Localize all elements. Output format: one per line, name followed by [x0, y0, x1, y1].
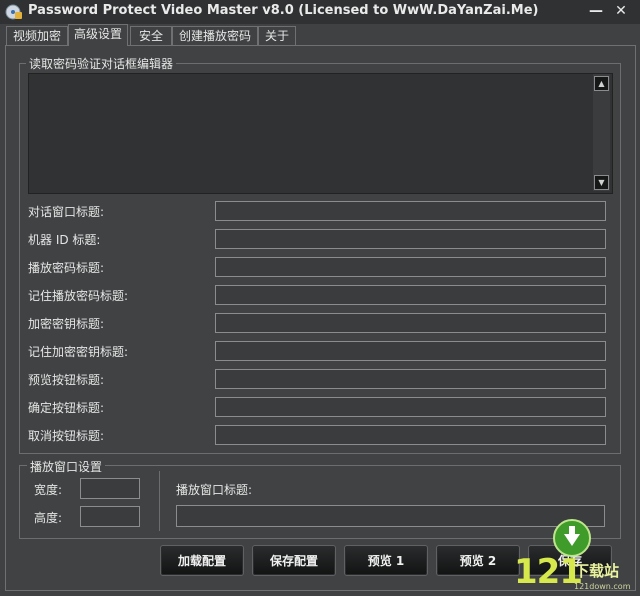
height-input[interactable] [80, 506, 140, 527]
play-window-group-label: 播放窗口设置 [27, 458, 106, 475]
machine-id-title-label: 机器 ID 标题: [28, 233, 101, 247]
minimize-button[interactable]: — [587, 3, 605, 19]
remember-play-password-title-label: 记住播放密码标题: [28, 289, 129, 303]
group-divider [159, 471, 160, 531]
dialog-title-label: 对话窗口标题: [28, 205, 105, 219]
tab-security[interactable]: 安全 [130, 26, 172, 45]
height-label: 高度: [34, 511, 63, 525]
scroll-up-icon[interactable]: ▲ [594, 76, 609, 91]
scroll-down-icon[interactable]: ▼ [594, 175, 609, 190]
preview-button-title-input[interactable] [215, 369, 606, 389]
tab-create-play-password[interactable]: 创建播放密码 [172, 26, 258, 45]
tab-video-encrypt[interactable]: 视频加密 [6, 26, 68, 45]
title-bar: Password Protect Video Master v8.0 (Lice… [0, 0, 640, 24]
width-label: 宽度: [34, 483, 63, 497]
cancel-button-title-input[interactable] [215, 425, 606, 445]
play-password-title-label: 播放密码标题: [28, 261, 105, 275]
preview-2-button[interactable]: 预览 2 [436, 545, 520, 576]
width-input[interactable] [80, 478, 140, 499]
play-window-title-label: 播放窗口标题: [176, 483, 253, 497]
load-config-button[interactable]: 加载配置 [160, 545, 244, 576]
watermark-tag: 下载站 [574, 562, 620, 580]
cancel-button-title-label: 取消按钮标题: [28, 429, 105, 443]
remember-encryption-key-title-label: 记住加密密钥标题: [28, 345, 129, 359]
watermark-brand: 121 [514, 552, 583, 592]
dialog-editor-textarea[interactable] [28, 73, 613, 194]
dialog-title-input[interactable] [215, 201, 606, 221]
ok-button-title-label: 确定按钮标题: [28, 401, 105, 415]
app-icon [5, 4, 22, 20]
window-title: Password Protect Video Master v8.0 (Lice… [28, 3, 539, 18]
encryption-key-title-label: 加密密钥标题: [28, 317, 105, 331]
preview-button-title-label: 预览按钮标题: [28, 373, 105, 387]
tab-about[interactable]: 关于 [258, 26, 296, 45]
save-config-button[interactable]: 保存配置 [252, 545, 336, 576]
editor-group-label: 读取密码验证对话框编辑器 [26, 55, 177, 72]
tab-advanced-settings[interactable]: 高级设置 [68, 24, 128, 46]
remember-encryption-key-title-input[interactable] [215, 341, 606, 361]
encryption-key-title-input[interactable] [215, 313, 606, 333]
remember-play-password-title-input[interactable] [215, 285, 606, 305]
preview-1-button[interactable]: 预览 1 [344, 545, 428, 576]
ok-button-title-input[interactable] [215, 397, 606, 417]
watermark: 121 下载站 121down.com [512, 516, 640, 596]
close-button[interactable]: ✕ [612, 3, 630, 19]
editor-scrollbar[interactable]: ▲ ▼ [593, 74, 610, 191]
play-password-title-input[interactable] [215, 257, 606, 277]
machine-id-title-input[interactable] [215, 229, 606, 249]
app-window: Password Protect Video Master v8.0 (Lice… [0, 0, 640, 596]
watermark-url: 121down.com [574, 582, 631, 591]
